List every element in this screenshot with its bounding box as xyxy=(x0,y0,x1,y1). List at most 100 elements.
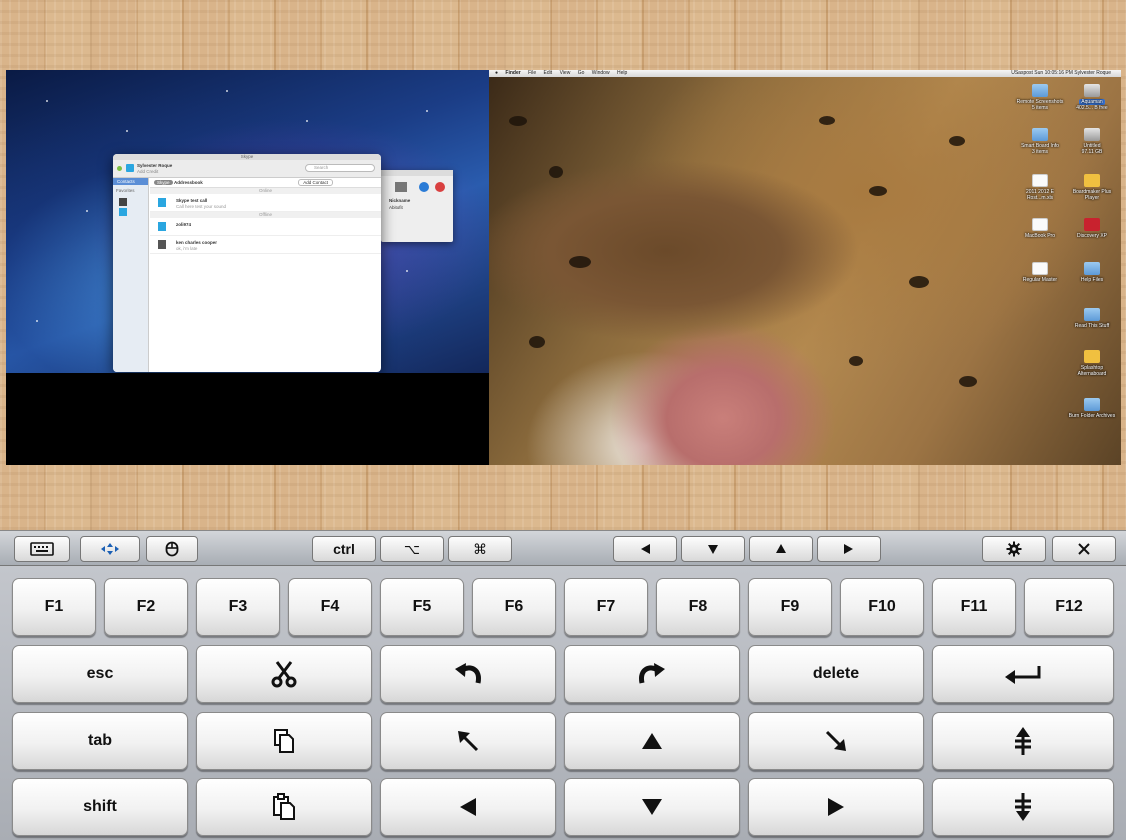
contact-name: ken charles cooper xyxy=(176,240,218,245)
addressbook-label: Addressbook xyxy=(174,180,203,185)
key-scroll-down[interactable] xyxy=(932,778,1114,836)
key-f9[interactable]: F9 xyxy=(748,578,832,636)
menu-help[interactable]: Help xyxy=(617,70,627,76)
skype-sidebar: Contacts Favorites xyxy=(113,178,149,372)
key-f1[interactable]: F1 xyxy=(12,578,96,636)
desktop-icon[interactable]: Aquaman 402.5... B free xyxy=(1067,84,1117,111)
desktop-icon[interactable]: Smart Board Info 3 items xyxy=(1015,128,1065,155)
menu-file[interactable]: File xyxy=(528,70,536,76)
arrow-right-button[interactable] xyxy=(817,536,881,562)
mouse-button[interactable] xyxy=(146,536,198,562)
mouse-icon xyxy=(165,541,179,557)
key-copy[interactable] xyxy=(196,712,372,770)
favorite-avatar[interactable] xyxy=(119,198,127,206)
up-arrow-icon xyxy=(776,544,786,553)
left-arrow-icon xyxy=(641,544,650,554)
skype-window[interactable]: Skype Sylvester Roque Add Credit Search … xyxy=(113,154,381,372)
keyboard-icon xyxy=(30,542,54,556)
contact-row[interactable]: Skype test call Call here test your soun… xyxy=(150,194,381,212)
arrow-left-button[interactable] xyxy=(613,536,677,562)
desktop-icon[interactable]: Read This Stuff xyxy=(1067,308,1117,329)
menu-edit[interactable]: Edit xyxy=(544,70,553,76)
option-key-button[interactable]: ⌥ xyxy=(380,536,444,562)
desktop-icon[interactable]: Untitled 97.11 GB xyxy=(1067,128,1117,155)
key-tab[interactable]: tab xyxy=(12,712,188,770)
skype-side-window[interactable]: Nickname Abitofit xyxy=(381,170,453,242)
move-button[interactable] xyxy=(80,536,140,562)
key-f4[interactable]: F4 xyxy=(288,578,372,636)
desktop-icon[interactable]: MacBook Pro xyxy=(1015,218,1065,239)
arrow-up-button[interactable] xyxy=(749,536,813,562)
desktop-icon[interactable]: Burn Folder Archives xyxy=(1067,398,1117,419)
menu-status: USaspost Sun 10:05:16 PM Sylvester Roque xyxy=(1011,70,1111,76)
contact-status: Call here test your sound xyxy=(176,204,227,209)
key-f10[interactable]: F10 xyxy=(840,578,924,636)
key-page-up[interactable] xyxy=(564,712,740,770)
key-esc[interactable]: esc xyxy=(12,645,188,703)
desktop-icon[interactable]: Help Files xyxy=(1067,262,1117,283)
menu-view[interactable]: View xyxy=(560,70,571,76)
key-down[interactable] xyxy=(564,778,740,836)
desktop-icon[interactable]: Splashtop Alternaboard xyxy=(1067,350,1117,377)
user-mood[interactable]: Add Credit xyxy=(137,169,158,174)
scroll-down-icon xyxy=(1015,793,1031,821)
desktop-icon[interactable]: 2011 2012 E Rost...m.xls xyxy=(1015,174,1065,201)
desktop-icon[interactable]: Regular Master xyxy=(1015,262,1065,283)
menu-go[interactable]: Go xyxy=(578,70,585,76)
key-scroll-up[interactable] xyxy=(932,712,1114,770)
key-redo[interactable] xyxy=(564,645,740,703)
tab-contacts[interactable]: Contacts xyxy=(113,178,148,185)
contact-row[interactable]: ken charles cooper ok, i'm late xyxy=(150,236,381,254)
key-cut[interactable] xyxy=(196,645,372,703)
remote-screen-right[interactable]: ● Finder File Edit View Go Window Help U… xyxy=(489,70,1121,465)
skype-toolbar: Skype Addressbook Add Contact xyxy=(150,178,381,188)
key-shift[interactable]: shift xyxy=(12,778,188,836)
key-undo[interactable] xyxy=(380,645,556,703)
scroll-up-icon xyxy=(1015,727,1031,755)
command-key-button[interactable]: ⌘ xyxy=(448,536,512,562)
key-f6[interactable]: F6 xyxy=(472,578,556,636)
key-f7[interactable]: F7 xyxy=(564,578,648,636)
close-icon xyxy=(1078,543,1090,555)
virtual-keyboard: F1 F2 F3 F4 F5 F6 F7 F8 F9 F10 F11 F12 e… xyxy=(0,566,1126,840)
add-contact-button[interactable]: Add Contact xyxy=(298,179,333,186)
key-f11[interactable]: F11 xyxy=(932,578,1016,636)
contact-row[interactable]: zoli974 xyxy=(150,218,381,236)
redo-icon xyxy=(639,663,665,684)
settings-button[interactable] xyxy=(982,536,1046,562)
menu-window[interactable]: Window xyxy=(592,70,610,76)
info-icon xyxy=(419,182,429,192)
key-f8[interactable]: F8 xyxy=(656,578,740,636)
side-panel-item[interactable]: Abitofit xyxy=(389,205,403,210)
contact-avatar xyxy=(158,240,166,249)
skype-pill[interactable]: Skype xyxy=(154,180,173,185)
key-f2[interactable]: F2 xyxy=(104,578,188,636)
key-f12[interactable]: F12 xyxy=(1024,578,1114,636)
key-left[interactable] xyxy=(380,778,556,836)
keyboard-toggle-button[interactable] xyxy=(14,536,70,562)
key-f3[interactable]: F3 xyxy=(196,578,280,636)
mac-menu-bar: ● Finder File Edit View Go Window Help U… xyxy=(489,70,1121,77)
menu-finder[interactable]: Finder xyxy=(505,70,520,76)
ctrl-key-button[interactable]: ctrl xyxy=(312,536,376,562)
desktop-icon[interactable]: Remote Screenshots 5 items xyxy=(1015,84,1065,111)
contact-name: zoli974 xyxy=(176,222,192,227)
key-paste[interactable] xyxy=(196,778,372,836)
search-input[interactable]: Search xyxy=(305,164,375,172)
apple-icon[interactable]: ● xyxy=(495,70,498,76)
avatar xyxy=(126,164,134,172)
user-name: Sylvester Roque xyxy=(137,163,173,168)
close-button[interactable] xyxy=(1052,536,1116,562)
desktop-icon[interactable]: Boardmaker Plus Player xyxy=(1067,174,1117,201)
key-f5[interactable]: F5 xyxy=(380,578,464,636)
arrow-down-button[interactable] xyxy=(681,536,745,562)
key-right[interactable] xyxy=(748,778,924,836)
key-end[interactable] xyxy=(748,712,924,770)
key-home[interactable] xyxy=(380,712,556,770)
favorite-avatar[interactable] xyxy=(119,208,127,216)
key-return[interactable] xyxy=(932,645,1114,703)
desktop-icons: Remote Screenshots 5 items Aquaman 402.5..… xyxy=(1011,80,1121,460)
desktop-icon[interactable]: Discovery XP xyxy=(1067,218,1117,239)
key-delete[interactable]: delete xyxy=(748,645,924,703)
remote-screen-left[interactable]: Nickname Abitofit Skype Sylvester Roque … xyxy=(6,70,489,465)
